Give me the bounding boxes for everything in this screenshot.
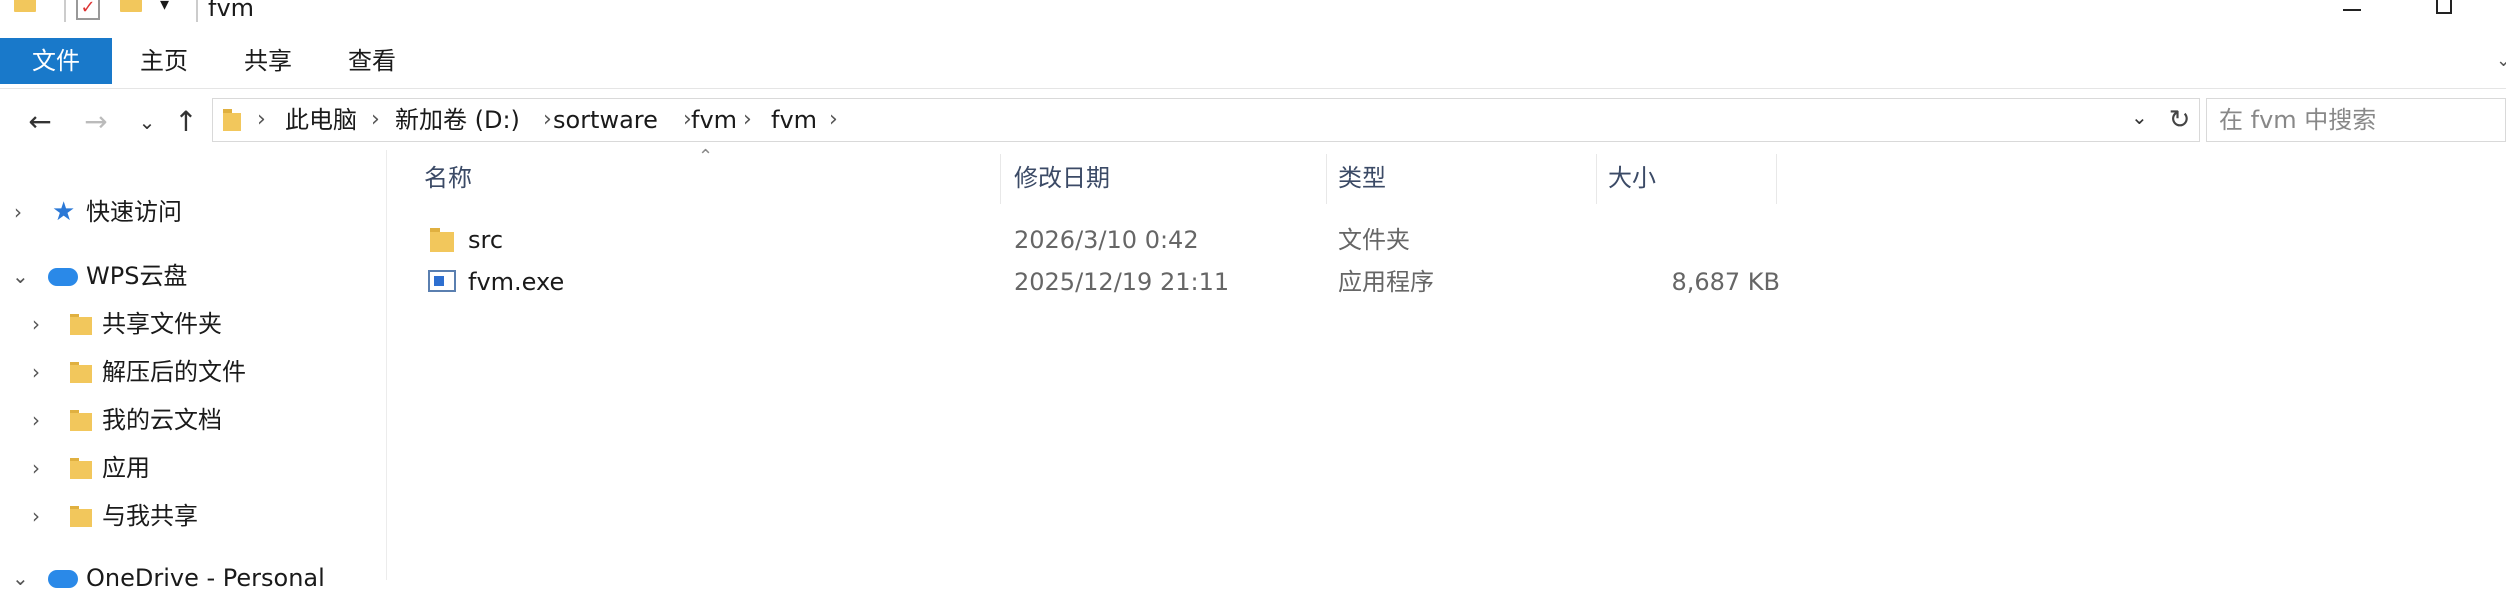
chevron-right-icon[interactable]: › [32, 304, 40, 344]
divider [64, 0, 66, 22]
tab-home[interactable]: 主页 [140, 38, 188, 84]
nav-item-extracted-files[interactable]: › 解压后的文件 [0, 352, 380, 392]
nav-item-onedrive[interactable]: ⌄ OneDrive - Personal [0, 558, 380, 598]
chevron-down-icon[interactable]: ⌄ [12, 256, 29, 296]
sort-ascending-icon: ⌃ [698, 146, 714, 167]
ribbon: 文件 主页 共享 查看 ⌄ [0, 38, 2506, 89]
tab-share[interactable]: 共享 [244, 38, 292, 84]
chevron-right-icon[interactable]: › [14, 192, 22, 232]
folder-icon [14, 0, 36, 12]
address-bar[interactable]: › 此电脑 › 新加卷 (D:) › sortware › fvm › fvm … [212, 98, 2200, 142]
column-header-size[interactable]: 大小 [1608, 160, 1656, 196]
divider [196, 0, 198, 22]
nav-item-label: 解压后的文件 [102, 358, 246, 386]
column-divider[interactable] [1326, 154, 1327, 204]
nav-item-label: 共享文件夹 [102, 310, 222, 338]
column-header-date-modified[interactable]: 修改日期 [1014, 160, 1110, 196]
search-box[interactable] [2206, 98, 2506, 142]
nav-item-my-cloud-docs[interactable]: › 我的云文档 [0, 400, 380, 440]
up-button[interactable]: ↑ [168, 104, 204, 140]
window-title: fvm [208, 0, 255, 22]
chevron-right-icon[interactable]: › [32, 496, 40, 536]
nav-item-apps[interactable]: › 应用 [0, 448, 380, 488]
properties-icon[interactable]: ✓ [76, 0, 100, 20]
nav-item-shared-with-me[interactable]: › 与我共享 [0, 496, 380, 536]
cloud-icon [48, 268, 78, 286]
nav-item-shared-folder[interactable]: › 共享文件夹 [0, 304, 380, 344]
file-modified: 2025/12/19 21:11 [1014, 268, 1230, 296]
folder-icon [70, 362, 92, 384]
column-divider[interactable] [1776, 154, 1777, 204]
file-name: fvm.exe [468, 268, 565, 296]
file-size: 8,687 KB [1671, 268, 1780, 296]
file-row-src[interactable]: src 2026/3/10 0:42 文件夹 [420, 220, 1780, 260]
chevron-down-icon[interactable]: ⌄ [12, 558, 29, 598]
chevron-right-icon[interactable]: › [32, 352, 40, 392]
search-input[interactable] [2217, 105, 2501, 135]
new-folder-icon[interactable] [120, 0, 142, 12]
chevron-right-icon[interactable]: › [371, 105, 380, 135]
navigation-pane: › ★ 快速访问 ⌄ WPS云盘 › 共享文件夹 › 解压后的文件 › 我的云文… [0, 150, 387, 592]
breadcrumb-fvm-current[interactable]: fvm [771, 105, 817, 135]
forward-button[interactable]: → [76, 104, 116, 140]
chevron-right-icon[interactable]: › [32, 400, 40, 440]
breadcrumb-fvm[interactable]: fvm [691, 105, 737, 135]
file-name: src [468, 226, 504, 254]
nav-item-wps-cloud[interactable]: ⌄ WPS云盘 [0, 256, 380, 296]
file-row-fvm-exe[interactable]: fvm.exe 2025/12/19 21:11 应用程序 8,687 KB [420, 262, 1780, 302]
file-type: 文件夹 [1338, 226, 1410, 254]
nav-item-label: OneDrive - Personal [86, 564, 325, 592]
breadcrumb-this-pc[interactable]: 此电脑 [285, 105, 357, 135]
chevron-right-icon[interactable]: › [32, 448, 40, 488]
maximize-button[interactable] [2424, 0, 2464, 22]
chevron-right-icon[interactable]: › [543, 105, 552, 135]
onedrive-icon [48, 570, 78, 588]
column-header-type[interactable]: 类型 [1338, 160, 1386, 196]
column-divider[interactable] [1596, 154, 1597, 204]
star-icon: ★ [52, 197, 76, 227]
breadcrumb-sortware[interactable]: sortware [553, 105, 658, 135]
minimize-button[interactable] [2331, 0, 2371, 22]
nav-item-label: 与我共享 [102, 502, 198, 530]
tab-view[interactable]: 查看 [348, 38, 396, 84]
column-divider[interactable] [1000, 154, 1001, 204]
nav-item-label: 应用 [102, 454, 150, 482]
customize-quick-access-icon[interactable]: ▾ [160, 0, 169, 15]
breadcrumb-drive-d[interactable]: 新加卷 (D:) [395, 105, 520, 135]
folder-icon [70, 458, 92, 480]
shared-folder-icon [70, 314, 92, 336]
chevron-right-icon[interactable]: › [743, 105, 752, 135]
column-header-name[interactable]: 名称 [424, 160, 472, 196]
nav-item-label: 我的云文档 [102, 406, 222, 434]
address-history-chevron-icon[interactable]: ⌄ [2131, 105, 2148, 129]
folder-icon [70, 506, 92, 528]
file-type: 应用程序 [1338, 268, 1434, 296]
folder-icon [70, 410, 92, 432]
folder-icon [223, 109, 241, 131]
folder-icon [430, 228, 454, 252]
refresh-button[interactable]: ↻ [2160, 98, 2200, 142]
tab-file[interactable]: 文件 [0, 38, 112, 84]
back-button[interactable]: ← [20, 104, 60, 140]
expand-ribbon-icon[interactable]: ⌄ [2496, 50, 2506, 71]
file-modified: 2026/3/10 0:42 [1014, 226, 1199, 254]
recent-locations-chevron-icon[interactable]: ⌄ [132, 104, 162, 140]
title-bar: ✓ ▾ fvm [0, 0, 2506, 24]
chevron-right-icon[interactable]: › [829, 105, 838, 135]
exe-icon [428, 270, 456, 292]
nav-item-label: 快速访问 [86, 198, 182, 226]
nav-item-quick-access[interactable]: › ★ 快速访问 [0, 192, 380, 232]
chevron-right-icon[interactable]: › [257, 105, 266, 135]
nav-item-label: WPS云盘 [86, 262, 188, 290]
